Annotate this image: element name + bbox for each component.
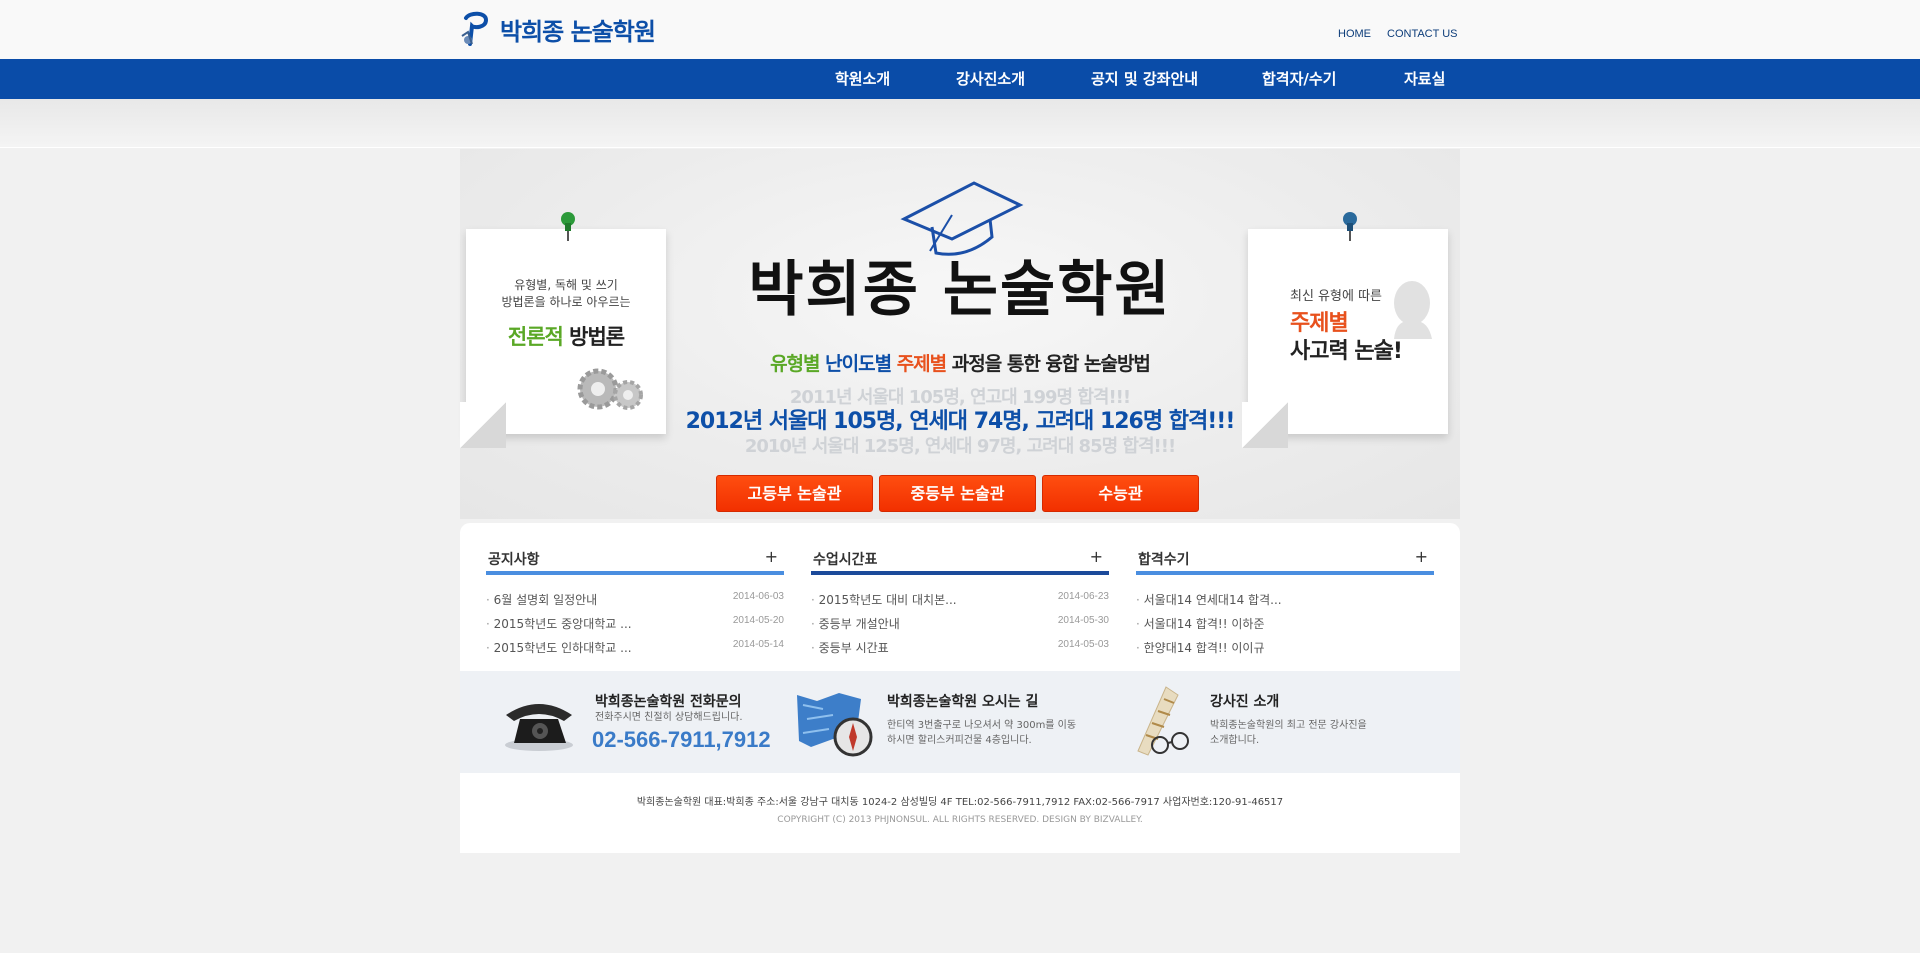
directions-block[interactable]: 박희종논술학원 오시는 길 한티역 3번출구로 나오셔서 약 300m를 이동 … — [793, 671, 1126, 773]
main-visual: 유형별, 독해 및 쓰기 방법론을 하나로 아우르는 전론적 방법론 최신 유형… — [460, 149, 1460, 519]
sub-band — [0, 99, 1920, 148]
list-item[interactable]: · 중등부 개설안내 2014-05-30 — [811, 615, 1109, 639]
tagline-part2: 난이도별 — [825, 353, 892, 375]
board-title: 수업시간표 — [813, 552, 878, 568]
home-link[interactable]: HOME — [1338, 28, 1371, 40]
tagline-part4: 과정을 통한 융합 논술방법 — [951, 353, 1151, 375]
left-note-em-rest: 방법론 — [562, 325, 625, 349]
item-title: 한양대14 합격!! 이이규 — [1143, 641, 1265, 655]
contact-us-link[interactable]: CONTACT US — [1387, 28, 1458, 40]
item-title: 2015학년도 중앙대학교 ... — [493, 617, 632, 631]
suneung-button[interactable]: 수능관 — [1042, 475, 1199, 512]
rolling-result-next: 2010년 서울대 125명, 연세대 97명, 고려대 85명 합격!!! — [744, 436, 1176, 457]
directions-desc: 한티역 3번출구로 나오셔서 약 300m를 이동 하시면 할리스커피건물 4층… — [887, 718, 1076, 748]
item-title: 중등부 개설안내 — [818, 617, 900, 631]
middle-school-button[interactable]: 중등부 논술관 — [879, 475, 1036, 512]
green-pin-icon — [561, 212, 575, 241]
board-title: 공지사항 — [488, 552, 540, 568]
left-note-line2: 방법론을 하나로 아우르는 — [501, 295, 631, 309]
list-item[interactable]: · 6월 설명회 일정안내 2014-06-03 — [486, 591, 784, 615]
nav-instructors[interactable]: 강사진소개 — [956, 59, 1025, 99]
head-silhouette-icon — [1394, 281, 1432, 339]
right-note-line1: 최신 유형에 따른 — [1290, 289, 1382, 304]
logo-mark-icon — [461, 11, 489, 46]
item-date: 2014-05-14 — [732, 639, 784, 650]
site-header: 박희종 논술학원 HOME CONTACT US — [0, 0, 1920, 59]
staff-intro-title: 강사진 소개 — [1210, 694, 1280, 710]
item-title: 서울대14 연세대14 합격... — [1143, 593, 1282, 607]
reviews-board: 합격수기 + · 서울대14 연세대14 합격... · 서울대14 합격!! … — [1136, 545, 1434, 663]
staff-intro-block[interactable]: 강사진 소개 박희종논술학원의 최고 전문 강사진을 소개합니다. — [1126, 671, 1460, 773]
item-date: 2014-05-30 — [1057, 615, 1109, 626]
list-item[interactable]: · 서울대14 연세대14 합격... — [1136, 591, 1434, 615]
directions-title: 박희종논술학원 오시는 길 — [887, 694, 1039, 710]
blue-pin-icon — [1343, 212, 1357, 241]
item-date: 2014-05-03 — [1057, 639, 1109, 650]
nav-notice-courses[interactable]: 공지 및 강좌안내 — [1091, 59, 1198, 99]
nav-resources[interactable]: 자료실 — [1404, 59, 1445, 99]
list-item[interactable]: · 2015학년도 인하대학교 ... 2014-05-14 — [486, 639, 784, 663]
more-button[interactable]: + — [765, 547, 778, 566]
staff-intro-desc-line2: 소개합니다. — [1210, 735, 1260, 746]
board-header: 합격수기 + — [1136, 545, 1434, 575]
board-list: · 2015학년도 대비 대치본... 2014-06-23 · 중등부 개설안내… — [811, 591, 1109, 663]
high-school-button[interactable]: 고등부 논술관 — [716, 475, 873, 512]
item-date: 2014-06-23 — [1057, 591, 1109, 602]
item-title: 6월 설명회 일정안내 — [493, 593, 598, 607]
board-list: · 6월 설명회 일정안내 2014-06-03 · 2015학년도 중앙대학교 … — [486, 591, 784, 663]
list-item[interactable]: · 한양대14 합격!! 이이규 — [1136, 639, 1434, 663]
notice-board: 공지사항 + · 6월 설명회 일정안내 2014-06-03 · 2015학년도… — [486, 545, 784, 663]
schedule-board: 수업시간표 + · 2015학년도 대비 대치본... 2014-06-23 · … — [811, 545, 1109, 663]
board-header: 공지사항 + — [486, 545, 784, 575]
left-note-emphasis: 전론적 방법론 — [466, 321, 666, 351]
staff-intro-desc-line1: 박희종논술학원의 최고 전문 강사진을 — [1210, 720, 1367, 731]
item-title: 서울대14 합격!! 이하준 — [1143, 617, 1265, 631]
phone-block-title: 박희종논술학원 전화문의 — [595, 694, 742, 710]
phone-inquiry-block[interactable]: 박희종논술학원 전화문의 전화주시면 친절히 상담해드립니다. 02-566-7… — [460, 671, 793, 773]
board-header: 수업시간표 + — [811, 545, 1109, 575]
list-item[interactable]: · 2015학년도 대비 대치본... 2014-06-23 — [811, 591, 1109, 615]
left-note-em-green: 전론적 — [507, 325, 564, 349]
item-date: 2014-05-20 — [732, 615, 784, 626]
item-date: 2014-06-03 — [732, 591, 784, 602]
directions-desc-line1: 한티역 3번출구로 나오셔서 약 300m를 이동 — [887, 720, 1077, 731]
nav-academy-intro[interactable]: 학원소개 — [835, 59, 890, 99]
hero-buttons: 고등부 논술관 중등부 논술관 수능관 — [716, 475, 1199, 512]
list-item[interactable]: · 중등부 시간표 2014-05-03 — [811, 639, 1109, 663]
telephone-icon — [505, 704, 573, 751]
tagline-part1: 유형별 — [770, 353, 820, 375]
item-title: 2015학년도 대비 대치본... — [818, 593, 957, 607]
more-button[interactable]: + — [1090, 547, 1103, 566]
logo-text: 박희종 논술학원 — [500, 17, 656, 46]
phone-number: 02-566-7911,7912 — [592, 727, 771, 752]
hero-title: 박희종 논술학원 — [748, 255, 1172, 325]
info-strip: 박희종논술학원 전화문의 전화주시면 친절히 상담해드립니다. 02-566-7… — [460, 671, 1460, 773]
hero-tagline: 유형별 난이도별 주제별 과정을 통한 융합 논술방법 — [460, 349, 1460, 376]
left-note-text: 유형별, 독해 및 쓰기 방법론을 하나로 아우르는 — [466, 277, 666, 311]
board-title: 합격수기 — [1138, 552, 1190, 568]
tagline-part3: 주제별 — [896, 353, 947, 375]
staff-intro-desc: 박희종논술학원의 최고 전문 강사진을 소개합니다. — [1210, 718, 1367, 748]
board-list: · 서울대14 연세대14 합격... · 서울대14 합격!! 이하준 · 한… — [1136, 591, 1434, 663]
list-item[interactable]: · 2015학년도 중앙대학교 ... 2014-05-20 — [486, 615, 784, 639]
item-title: 중등부 시간표 — [818, 641, 889, 655]
footer-address: 박희종논술학원 대표:박희종 주소:서울 강남구 대치동 1024-2 삼성빌딩… — [636, 797, 1284, 808]
main-nav: 학원소개 강사진소개 공지 및 강좌안내 합격자/수기 자료실 — [0, 59, 1920, 99]
utility-nav: HOME CONTACT US — [1338, 28, 1458, 40]
content-box: 공지사항 + · 6월 설명회 일정안내 2014-06-03 · 2015학년도… — [460, 523, 1460, 853]
tie-glasses-icon — [1137, 686, 1189, 756]
phone-block-desc: 전화주시면 친절히 상담해드립니다. — [595, 712, 743, 723]
more-button[interactable]: + — [1415, 547, 1428, 566]
item-title: 2015학년도 인하대학교 ... — [493, 641, 632, 655]
rolling-result-current: 2012년 서울대 105명, 연세대 74명, 고려대 126명 합격!!! — [685, 409, 1236, 434]
site-logo[interactable]: 박희종 논술학원 — [460, 10, 656, 48]
left-note-line1: 유형별, 독해 및 쓰기 — [514, 278, 618, 292]
map-compass-icon — [797, 693, 873, 757]
nav-successful-applicants[interactable]: 합격자/수기 — [1262, 59, 1336, 99]
footer-copyright: COPYRIGHT (C) 2013 PHJNONSUL. ALL RIGHTS… — [777, 815, 1143, 825]
directions-desc-line2: 하시면 할리스커피건물 4층입니다. — [887, 735, 1032, 746]
list-item[interactable]: · 서울대14 합격!! 이하준 — [1136, 615, 1434, 639]
